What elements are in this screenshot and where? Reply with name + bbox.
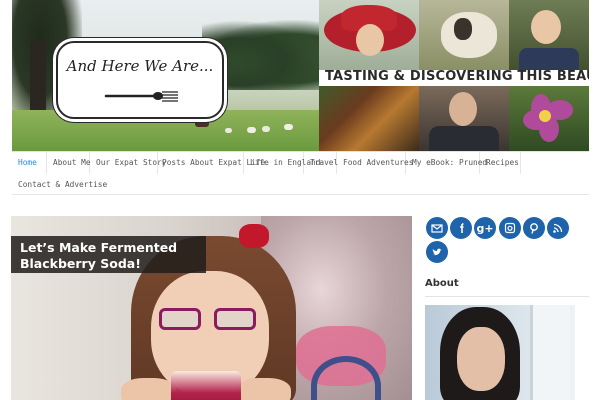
author-face [457,327,505,391]
nav-expat-story[interactable]: Our Expat Story [90,152,166,174]
photo-window [530,305,570,400]
nav-expat-life[interactable]: Posts About Expat Life [156,152,265,174]
sidebar-about-heading: About [425,278,459,289]
google-plus-icon[interactable]: g+ [474,217,496,239]
glasses-right [214,308,256,330]
nav-life-england[interactable]: Life in England [244,152,320,174]
soda-glass [171,371,241,400]
photo-spices [319,86,419,151]
twitter-icon[interactable] [426,241,448,263]
glasses-left [159,308,201,330]
banner-sheep [247,127,256,133]
site-logo[interactable]: And Here We Are... [56,41,224,119]
email-icon[interactable] [426,217,448,239]
hair-bow [239,224,269,248]
nav-ebook[interactable]: My eBook: Pruned [406,152,487,174]
facebook-icon[interactable] [450,217,472,239]
banner-sheep [262,126,270,132]
banner-sheep [284,124,293,130]
pinterest-icon[interactable] [523,217,545,239]
rss-icon[interactable] [547,217,569,239]
instagram-icon[interactable] [499,217,521,239]
post-title-line-2: Blackberry Soda! [20,256,141,271]
photo-woman-red-hat [319,0,419,70]
nav-food-adventures[interactable]: Food Adventures [337,152,413,174]
nav-contact[interactable]: Contact & Advertise [12,174,107,196]
banner-sheep [225,128,232,133]
hand-right [236,378,291,400]
site-tagline: TASTING & DISCOVERING THIS BEAUTIFUL WOR… [325,69,589,84]
post-title-line-1: Let’s Make Fermented [20,240,178,255]
photo-sheep [419,0,509,70]
sidebar-divider [425,296,589,297]
about-author-photo[interactable] [425,305,575,400]
photo-man [419,86,509,151]
hand-left [121,378,176,400]
nav-recipes[interactable]: Recipes [480,152,521,174]
photo-flower [509,86,589,151]
main-navigation: Home About Me Our Expat Story Posts Abou… [12,151,589,195]
photo-boy [509,0,589,70]
header-banner[interactable]: TASTING & DISCOVERING THIS BEAUTIFUL WOR… [12,0,589,151]
logo-text: And Here We Are... [66,57,214,75]
fork-icon [104,91,178,102]
nav-travel[interactable]: Travel [304,152,338,174]
featured-post-title[interactable]: Let’s Make Fermented Blackberry Soda! [11,236,206,273]
nav-home[interactable]: Home [12,152,47,174]
nav-about-me[interactable]: About Me [47,152,91,174]
